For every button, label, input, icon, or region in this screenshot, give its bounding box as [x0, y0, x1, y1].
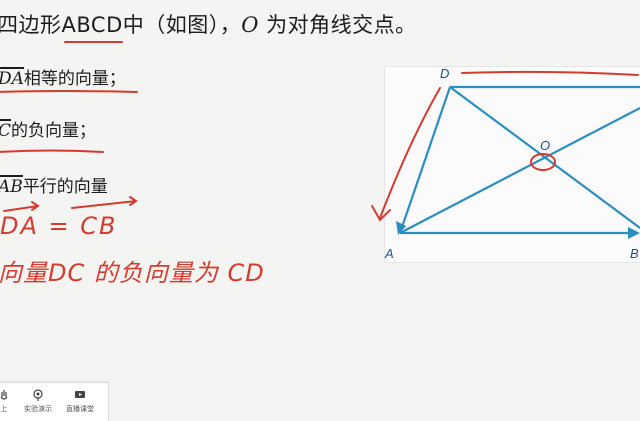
toolbar-experiment-button[interactable]: 实验演示	[20, 383, 56, 421]
hand-icon	[0, 390, 8, 400]
lesson-slide: 四边形ABCD中（如图），O 为对角线交点。 DA相等的向量； C的负向量； A…	[0, 0, 640, 421]
toolbar-experiment-label: 实验演示	[24, 405, 52, 413]
experiment-icon	[33, 389, 43, 401]
arrowhead-b	[628, 227, 640, 239]
toolbar-live-class-button[interactable]: 直播课堂	[62, 383, 98, 421]
toolbar-hand-button[interactable]: 上	[0, 383, 22, 421]
parallelogram-diagram: D O A B	[371, 66, 640, 261]
label-o: O	[540, 138, 550, 153]
toolbar-hand-label: 上	[0, 405, 8, 413]
bottom-toolbar: 上 实验演示 直播课堂	[0, 382, 109, 421]
toolbar-live-class-label: 直播课堂	[66, 405, 94, 413]
label-a: A	[384, 246, 394, 261]
live-class-icon	[75, 391, 85, 398]
label-d: D	[440, 66, 449, 81]
ink-arrow-da	[371, 87, 441, 222]
ink-line-dc	[461, 70, 639, 76]
label-b: B	[630, 246, 639, 261]
